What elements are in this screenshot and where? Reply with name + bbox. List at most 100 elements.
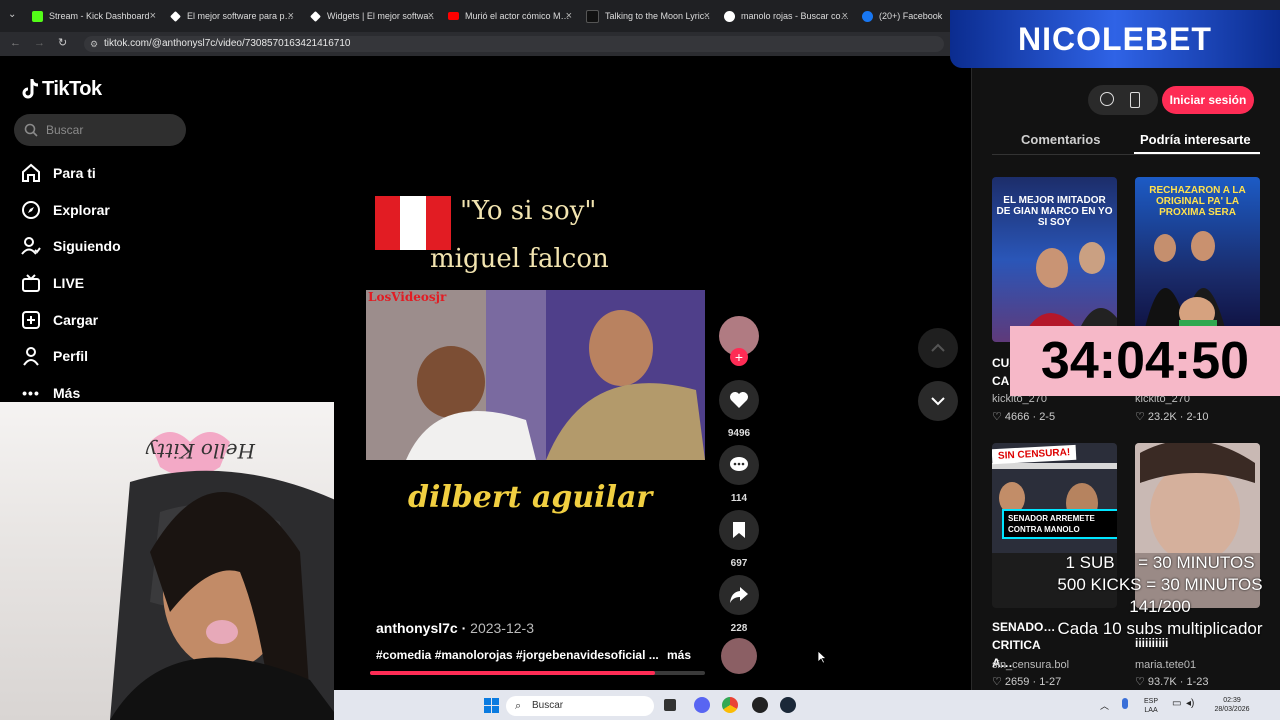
nav-cargar[interactable]: Cargar	[20, 307, 200, 333]
card-account[interactable]: sin_censura.bol	[992, 659, 1069, 671]
clock[interactable]: 02:39 28/03/2026	[1210, 696, 1254, 714]
tab-kick-dashboard[interactable]: Stream - Kick Dashboard ×	[32, 6, 156, 26]
diamond-icon	[310, 10, 321, 22]
next-video-button[interactable]	[918, 381, 958, 421]
bookmark-icon	[733, 522, 745, 538]
steam-icon[interactable]	[780, 697, 796, 713]
comment-button[interactable]: 114	[719, 445, 759, 504]
tab-software[interactable]: El mejor software para p… ×	[170, 6, 294, 26]
discord-icon[interactable]	[694, 697, 710, 713]
heart-outline-icon: ♡	[992, 411, 1005, 423]
url-field[interactable]: ⚙ tiktok.com/@anthonysl7c/video/73085701…	[84, 36, 944, 52]
nav-live[interactable]: LIVE	[20, 270, 200, 296]
comment-count: 114	[730, 493, 748, 504]
card-thumbnail-image	[1145, 231, 1225, 342]
video-clip[interactable]: LosVideosjr	[366, 290, 705, 460]
tab-google[interactable]: manolo rojas - Buscar co… ×	[724, 6, 848, 26]
start-icon[interactable]	[484, 698, 499, 713]
tab-podria-interesarte[interactable]: Podría interesarte	[1140, 132, 1251, 147]
search-icon	[24, 123, 38, 137]
card-thumbnail-image	[1019, 242, 1117, 342]
nav-perfil[interactable]: Perfil	[20, 343, 200, 369]
windows-taskbar: ⌕ Buscar ︿ ESP LAA ▭ ◂) 02:39 28/03/2026	[334, 690, 1280, 720]
youtube-icon	[448, 12, 459, 20]
search-input[interactable]: Buscar	[14, 114, 186, 146]
phone-icon[interactable]	[1130, 92, 1140, 108]
rule-line: 500 KICKS = 30 MINUTOS	[1057, 575, 1263, 594]
back-icon[interactable]: ←	[10, 37, 21, 49]
nav-siguiendo[interactable]: Siguiendo	[20, 233, 200, 259]
more-icon: •••	[22, 385, 40, 401]
nav-explorar[interactable]: Explorar	[20, 197, 200, 223]
tab-widgets[interactable]: Widgets | El mejor softwa… ×	[310, 6, 434, 26]
close-tab-icon[interactable]: ×	[566, 10, 572, 22]
heart-outline-icon: ♡	[1135, 676, 1148, 688]
taskbar-search[interactable]: ⌕ Buscar	[506, 696, 654, 716]
tab-facebook[interactable]: (20+) Facebook	[862, 6, 948, 26]
explore-icon[interactable]	[1100, 92, 1114, 106]
close-tab-icon[interactable]: ×	[288, 10, 294, 22]
video-progress-bar[interactable]	[370, 671, 705, 675]
tiktok-logo[interactable]: TikTok	[20, 78, 102, 101]
suggested-video-card[interactable]: EL MEJOR IMITADOR DE GIAN MARCO EN YO SI…	[992, 177, 1117, 342]
card-stats: ♡ 4666 · 2-5	[992, 411, 1056, 423]
tab-tiktok[interactable]: Talking to the Moon Lyric… ×	[586, 6, 710, 26]
tab-list-button[interactable]: ⌄	[8, 9, 16, 20]
author-avatar-button[interactable]: +	[719, 316, 759, 366]
chevron-up-icon	[931, 343, 945, 352]
share-button[interactable]: 228	[719, 575, 759, 634]
card-account[interactable]: maria.tete01	[1135, 659, 1196, 671]
volume-icon[interactable]: ◂)	[1186, 698, 1194, 709]
facebook-icon	[862, 10, 873, 22]
upload-icon	[20, 309, 42, 331]
language-indicator[interactable]: ESP LAA	[1144, 697, 1158, 715]
like-count: 9496	[727, 428, 751, 439]
microphone-icon[interactable]	[1122, 698, 1128, 709]
close-tab-icon[interactable]: ×	[428, 10, 434, 22]
sound-avatar[interactable]	[719, 638, 759, 674]
nicolebet-banner: NICOLEBET	[950, 10, 1280, 68]
following-icon	[20, 235, 42, 257]
search-icon: ⌕	[515, 700, 522, 712]
close-tab-icon[interactable]: ×	[150, 10, 156, 22]
compass-icon	[20, 199, 42, 221]
card-thumbnail-image	[1135, 443, 1260, 563]
subathon-timer: 34:04:50	[1010, 326, 1280, 396]
rule-line: Cada 10 subs multiplicador	[1057, 619, 1263, 638]
nav-para-ti[interactable]: Para ti	[20, 160, 200, 186]
site-info-icon[interactable]: ⚙	[90, 36, 98, 52]
follow-plus-icon[interactable]: +	[730, 348, 748, 366]
top-icons-group	[1088, 85, 1158, 115]
close-tab-icon[interactable]: ×	[704, 10, 710, 22]
video-author[interactable]: anthonysl7c · 2023-12-3	[376, 620, 534, 636]
kick-icon	[32, 10, 43, 22]
tab-comentarios[interactable]: Comentarios	[1021, 132, 1100, 147]
previous-video-button[interactable]	[918, 328, 958, 368]
chrome-icon[interactable]	[722, 697, 738, 713]
task-view-icon[interactable]	[664, 699, 676, 711]
network-icon[interactable]: ▭	[1172, 698, 1181, 709]
forward-icon[interactable]: →	[34, 37, 45, 49]
video-frame-image	[366, 290, 705, 460]
mouse-cursor-icon	[817, 650, 827, 664]
tiktok-icon	[586, 9, 599, 23]
more-description-button[interactable]: más	[667, 648, 691, 662]
tab-youtube[interactable]: Murió el actor cómico M… ×	[448, 6, 572, 26]
card-caption: SENADOR ARREMETE CONTRA MANOLO	[1002, 509, 1117, 539]
google-icon	[724, 10, 735, 22]
login-button[interactable]: Iniciar sesión	[1162, 86, 1254, 114]
reload-icon[interactable]: ↻	[58, 36, 67, 49]
video-watermark: LosVideosjr	[368, 290, 447, 304]
obs-icon[interactable]	[752, 697, 768, 713]
tray-chevron-icon[interactable]: ︿	[1100, 699, 1109, 712]
close-tab-icon[interactable]: ×	[842, 10, 848, 22]
video-date: 2023-12-3	[470, 620, 534, 636]
rule-line: 1 SUB = 30 MINUTOS	[1065, 553, 1255, 572]
like-button[interactable]: 9496	[719, 380, 759, 439]
music-disc-icon	[721, 638, 757, 674]
suggested-video-card[interactable]: RECHAZARON A LA ORIGINAL PA' LA PROXIMA …	[1135, 177, 1260, 342]
video-description[interactable]: #comedia #manolorojas #jorgebenavidesofi…	[376, 648, 706, 662]
tab-divider	[992, 154, 1260, 155]
save-button[interactable]: 697	[719, 510, 759, 569]
card-title[interactable]: CUA… CA…	[992, 354, 1012, 390]
